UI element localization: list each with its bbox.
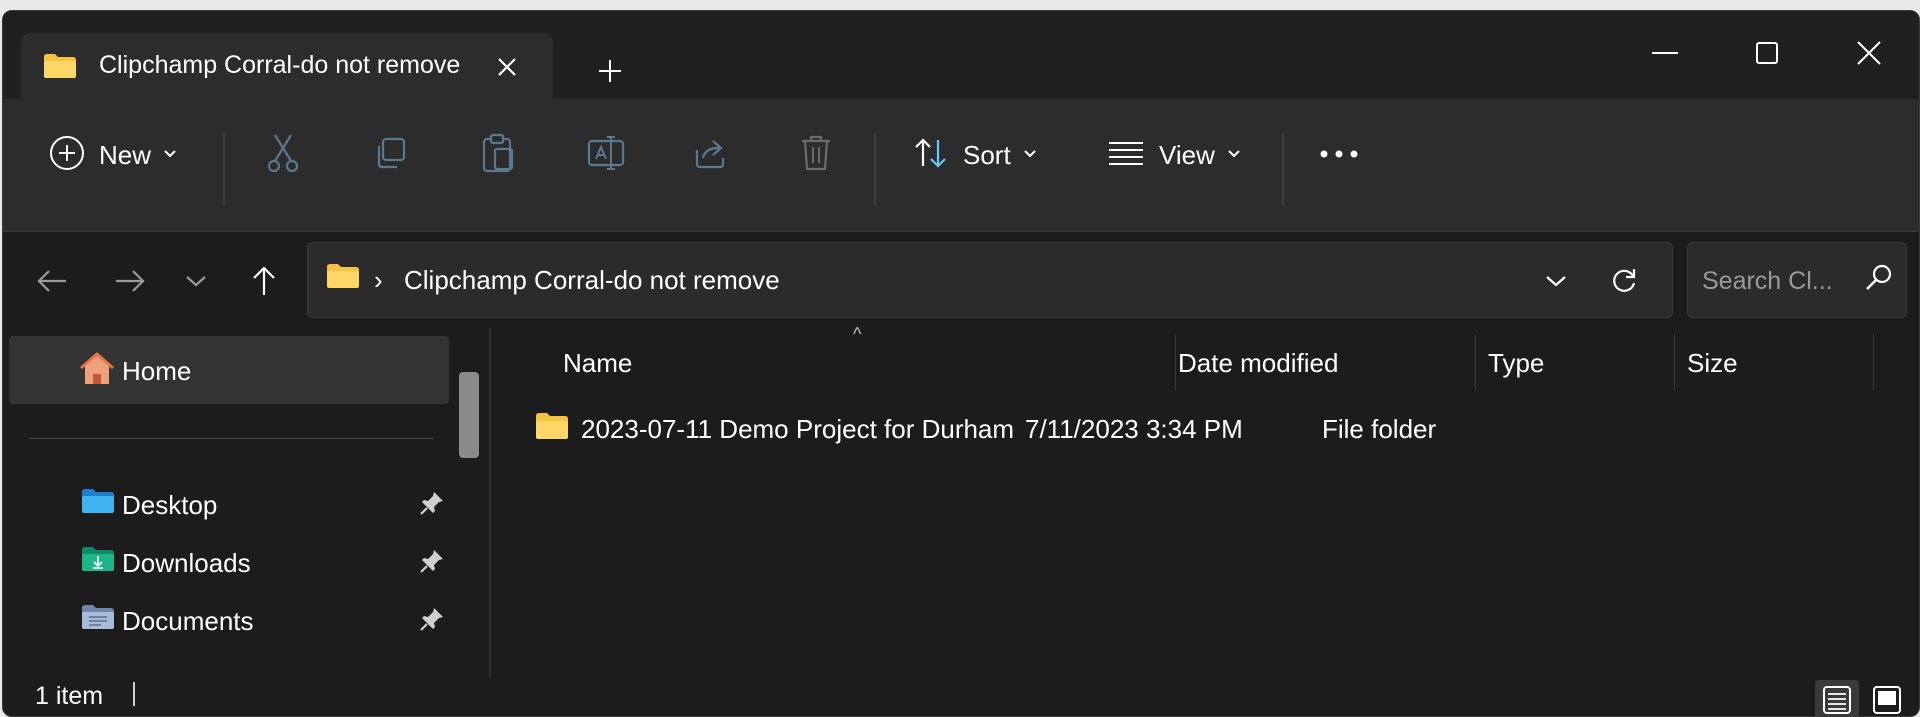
- toolbar-divider: [874, 133, 876, 205]
- view-button-label: View: [1159, 139, 1215, 170]
- file-list: ^ Name Date modified Type Size 2023-07-1…: [491, 324, 1919, 678]
- view-button[interactable]: View: [1107, 127, 1241, 183]
- clipboard-icon: [481, 133, 515, 178]
- more-options-icon: [1319, 146, 1359, 164]
- rename-button[interactable]: [587, 127, 625, 183]
- folder-icon: [43, 53, 77, 84]
- tab-clipchamp-corral[interactable]: Clipchamp Corral-do not remove: [21, 33, 553, 99]
- rename-icon: [587, 135, 625, 176]
- downloads-folder-icon: [81, 546, 115, 577]
- large-icons-view-icon[interactable]: [1865, 680, 1909, 716]
- file-row[interactable]: 2023-07-11 Demo Project for Durham 7/11/…: [535, 406, 1855, 458]
- file-name: 2023-07-11 Demo Project for Durham: [581, 414, 1015, 444]
- pin-icon[interactable]: [419, 548, 445, 579]
- navigation-row: › Clipchamp Corral-do not remove: [3, 232, 1919, 328]
- pin-icon[interactable]: [419, 606, 445, 637]
- tab-title: Clipchamp Corral-do not remove: [99, 51, 461, 79]
- sidebar-scrollbar-thumb[interactable]: [459, 372, 479, 458]
- column-header-label: Date modified: [1178, 348, 1339, 378]
- home-icon: [79, 352, 115, 391]
- column-header-label: Type: [1488, 348, 1545, 378]
- sort-button[interactable]: Sort: [913, 127, 1037, 183]
- sidebar-item-downloads[interactable]: Downloads: [9, 534, 449, 592]
- file-explorer-window: Clipchamp Corral-do not remove New Sort …: [2, 10, 1920, 717]
- column-header-name[interactable]: Name: [491, 328, 1175, 390]
- copy-button[interactable]: [373, 127, 407, 183]
- sidebar-item-label: Documents: [122, 606, 254, 636]
- paste-button[interactable]: [481, 127, 515, 183]
- item-count: 1 item: [35, 682, 104, 710]
- scissors-icon: [265, 133, 301, 178]
- sidebar-item-desktop[interactable]: Desktop: [9, 476, 449, 534]
- column-header-date-modified[interactable]: Date modified: [1176, 328, 1472, 390]
- column-header-label: Size: [1687, 348, 1738, 378]
- address-dropdown-chevron-icon[interactable]: [1534, 259, 1578, 303]
- column-header-type[interactable]: Type: [1476, 328, 1672, 390]
- minimize-icon[interactable]: [1635, 29, 1695, 77]
- chevron-down-icon: [1023, 146, 1037, 164]
- new-button[interactable]: New: [49, 127, 177, 183]
- sort-arrows-icon: [913, 136, 949, 175]
- refresh-icon[interactable]: [1602, 259, 1646, 303]
- documents-folder-icon: [81, 604, 115, 635]
- column-divider[interactable]: [1873, 334, 1874, 390]
- navigation-pane: Home Desktop Downloads Documents: [3, 328, 489, 678]
- search-input[interactable]: [1700, 261, 1864, 301]
- command-bar: New Sort View: [3, 99, 1919, 232]
- close-tab-icon[interactable]: [489, 49, 525, 85]
- address-bar[interactable]: › Clipchamp Corral-do not remove: [307, 242, 1673, 318]
- status-divider: [133, 682, 135, 706]
- see-more-button[interactable]: [1319, 127, 1359, 183]
- share-button[interactable]: [693, 127, 729, 183]
- recent-locations-chevron-icon[interactable]: [171, 256, 221, 306]
- search-box[interactable]: [1687, 242, 1907, 318]
- column-header-label: Name: [563, 348, 633, 378]
- details-view-icon[interactable]: [1815, 680, 1859, 716]
- sidebar-item-label: Desktop: [122, 490, 218, 520]
- breadcrumb-current[interactable]: Clipchamp Corral-do not remove: [404, 265, 780, 296]
- copy-icon: [373, 136, 407, 175]
- new-button-label: New: [99, 139, 152, 170]
- back-arrow-icon[interactable]: [27, 256, 77, 306]
- forward-arrow-icon[interactable]: [105, 256, 155, 306]
- sidebar-item-documents[interactable]: Documents: [9, 592, 449, 650]
- sidebar-item-label: Downloads: [122, 548, 251, 578]
- sidebar-item-label: Home: [122, 356, 192, 386]
- sidebar-item-home[interactable]: Home: [9, 336, 449, 404]
- chevron-down-icon: [1227, 146, 1241, 164]
- title-bar: Clipchamp Corral-do not remove: [3, 11, 1919, 99]
- view-lines-icon: [1107, 139, 1145, 172]
- folder-icon: [535, 412, 569, 445]
- delete-button[interactable]: [799, 127, 833, 183]
- toolbar-divider: [1282, 133, 1284, 205]
- file-date-modified: 7/11/2023 3:34 PM: [1025, 414, 1243, 444]
- up-arrow-icon[interactable]: [239, 256, 289, 306]
- breadcrumb-separator[interactable]: ›: [374, 265, 383, 296]
- chevron-down-icon: [163, 146, 177, 164]
- column-header-size[interactable]: Size: [1675, 328, 1871, 390]
- sort-button-label: Sort: [963, 139, 1011, 170]
- new-tab-plus-icon[interactable]: [590, 51, 630, 91]
- cut-button[interactable]: [265, 127, 301, 183]
- folder-icon: [326, 263, 360, 294]
- close-window-icon[interactable]: [1839, 29, 1899, 77]
- trash-icon: [799, 134, 833, 177]
- maximize-icon[interactable]: [1737, 29, 1797, 77]
- pin-icon[interactable]: [419, 490, 445, 521]
- sidebar-divider: [29, 438, 434, 439]
- search-icon[interactable]: [1864, 263, 1894, 298]
- toolbar-divider: [223, 133, 225, 205]
- share-icon: [693, 136, 729, 175]
- desktop-folder-icon: [81, 488, 115, 519]
- file-type: File folder: [1322, 414, 1437, 444]
- plus-circle-icon: [49, 135, 85, 176]
- status-bar: 1 item: [3, 678, 1919, 716]
